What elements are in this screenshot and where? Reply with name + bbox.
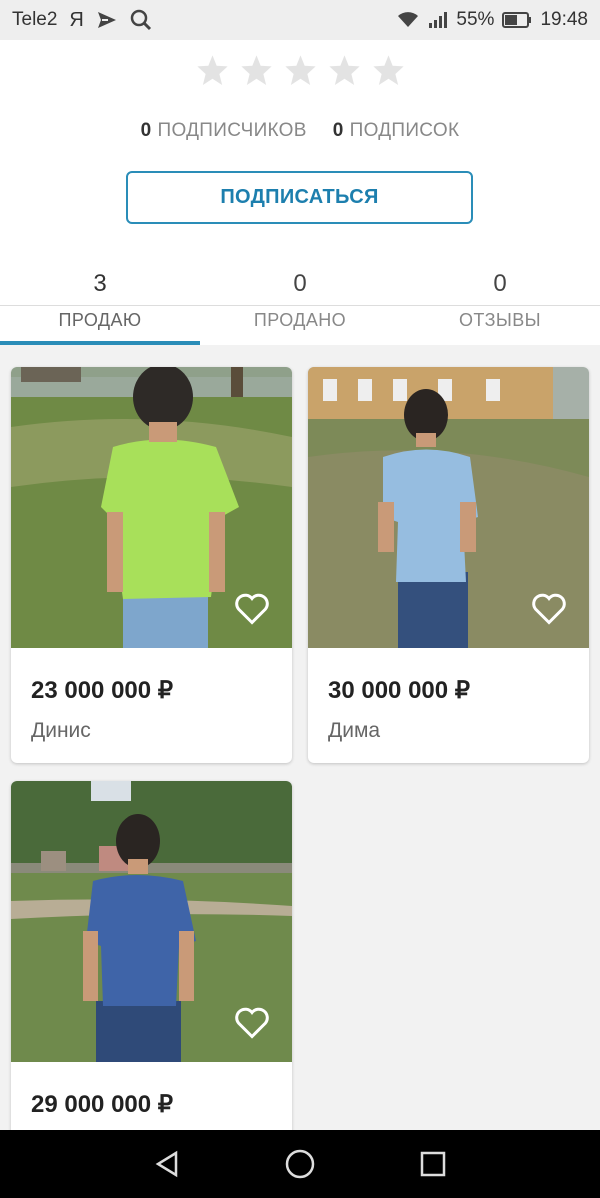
star-icon	[240, 55, 272, 85]
following-link[interactable]: 0 ПОДПИСОК	[333, 120, 460, 142]
battery-icon	[502, 12, 532, 28]
rating-stars	[0, 54, 600, 87]
tab-label: ПРОДАНО	[253, 310, 347, 330]
recents-icon[interactable]	[413, 1144, 453, 1184]
favorite-heart-icon[interactable]	[234, 1006, 270, 1040]
tab-count: 3	[93, 270, 107, 297]
tab-count: 0	[493, 270, 507, 297]
listing-photo	[11, 781, 292, 1062]
profile-header: 0 ПОДПИСЧИКОВ 0 ПОДПИСОК ПОДПИСАТЬСЯ 3 ПРО…	[0, 40, 600, 345]
carrier-name: Tele2	[12, 9, 58, 30]
listing-price: 23 000 000 ₽	[31, 677, 174, 704]
tab-label: ОТЗЫВЫ	[459, 310, 541, 330]
system-nav-bar	[0, 1130, 600, 1198]
following-label: ПОДПИСОК	[349, 120, 460, 141]
following-count: 0	[332, 120, 344, 141]
listing-seller: Динис	[31, 719, 91, 742]
followers-count: 0	[140, 120, 152, 141]
favorite-heart-icon[interactable]	[234, 592, 270, 626]
yandex-icon: Я	[69, 8, 84, 31]
star-icon	[328, 55, 360, 85]
battery-percent: 55%	[456, 9, 495, 30]
back-icon[interactable]	[147, 1144, 187, 1184]
tabs-divider	[0, 305, 600, 306]
star-icon	[196, 55, 228, 85]
star-icon	[372, 55, 404, 85]
star-icon	[284, 55, 316, 85]
listing-photo	[11, 367, 292, 648]
listing-price: 30 000 000 ₽	[328, 677, 471, 704]
clock: 19:48	[540, 9, 588, 30]
signal-icon	[428, 11, 448, 29]
send-icon	[96, 10, 118, 30]
tab-label: ПРОДАЮ	[58, 310, 142, 330]
search-icon	[130, 9, 152, 31]
wifi-icon	[396, 11, 420, 29]
home-icon[interactable]	[280, 1144, 320, 1184]
listing-price: 29 000 000 ₽	[31, 1091, 174, 1118]
listing-card[interactable]: 23 000 000 ₽ Динис	[11, 367, 292, 763]
listing-card[interactable]: 30 000 000 ₽ Дима	[308, 367, 589, 763]
listing-card[interactable]: 29 000 000 ₽	[11, 781, 292, 1181]
followers-link[interactable]: 0 ПОДПИСЧИКОВ	[141, 120, 307, 142]
listing-seller: Дима	[328, 719, 381, 742]
status-bar: Tele2 Я 55% 19:48	[0, 0, 600, 40]
tab-count: 0	[293, 270, 307, 297]
follow-counts: 0 ПОДПИСЧИКОВ 0 ПОДПИСОК	[0, 120, 600, 142]
favorite-heart-icon[interactable]	[531, 592, 567, 626]
followers-label: ПОДПИСЧИКОВ	[157, 120, 307, 141]
subscribe-button[interactable]: ПОДПИСАТЬСЯ	[126, 171, 473, 224]
listing-photo	[308, 367, 589, 648]
